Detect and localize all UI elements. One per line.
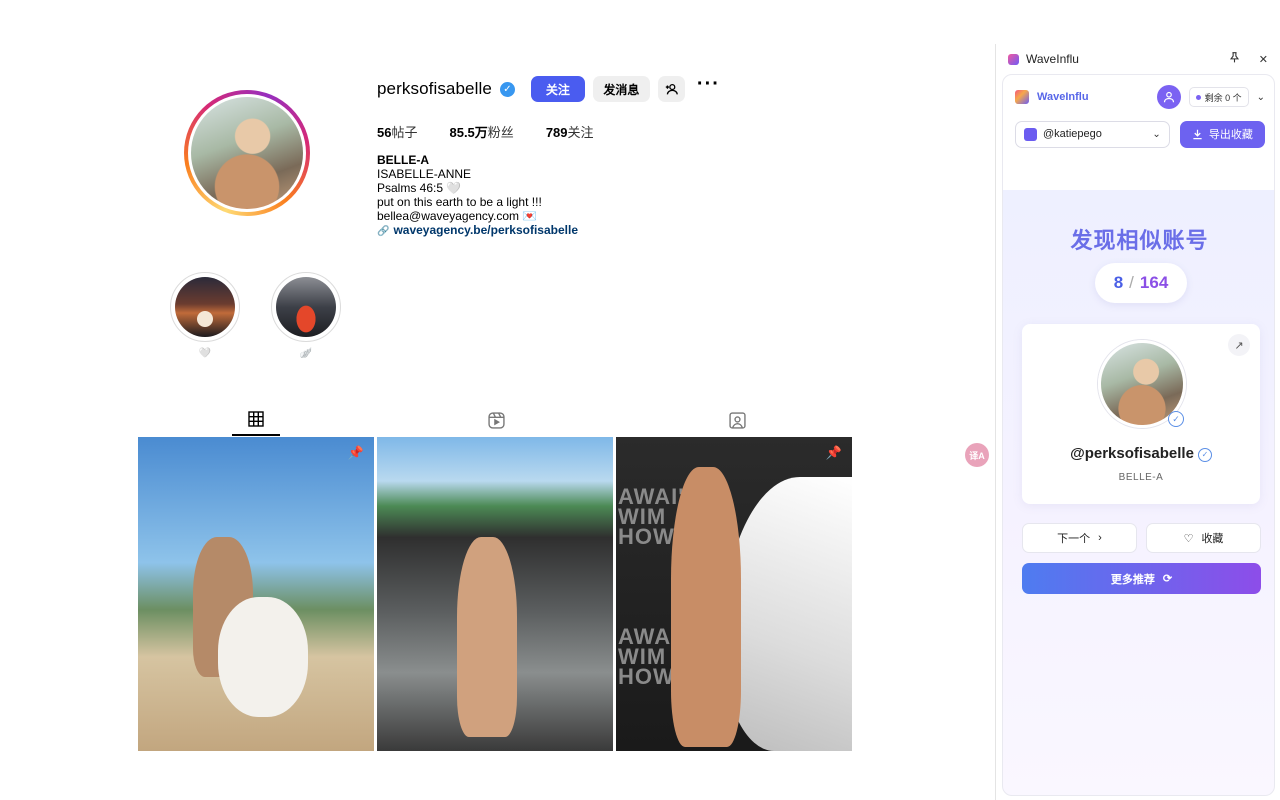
story-highlight[interactable]: 🤍: [170, 272, 240, 359]
brand-row: WaveInflu 剩余 0 个 ⌄: [1015, 85, 1265, 109]
export-label: 导出收藏: [1208, 129, 1253, 141]
stat-followers-label: 粉丝: [487, 125, 514, 140]
tab-posts-grid[interactable]: [232, 404, 280, 436]
counter-total: 164: [1139, 273, 1169, 292]
post-figure: [457, 537, 517, 737]
pin-panel-icon[interactable]: [1229, 52, 1240, 66]
panel-title: WaveInflu: [1026, 52, 1079, 66]
stat-following-value: 789: [545, 125, 568, 140]
avatar-inner: [188, 94, 306, 212]
follow-button[interactable]: 关注: [530, 76, 585, 102]
waveinflu-brand-icon: [1015, 90, 1029, 104]
card-full-name: BELLE-A: [1118, 472, 1164, 483]
profile-stats: 56帖子 85.5万粉丝 789关注: [377, 122, 594, 141]
account-row: @katiepego ⌄ 导出收藏: [1015, 120, 1265, 148]
profile-avatar[interactable]: [184, 90, 310, 216]
stat-posts-value: 56: [377, 125, 392, 140]
post-thumbnail[interactable]: AWAI'I WIM HOW AWAI'I WIM HOW 📌: [616, 437, 852, 751]
verified-icon: ✓: [1168, 411, 1184, 427]
export-favorites-button[interactable]: 导出收藏: [1179, 120, 1265, 148]
reels-icon: [487, 411, 505, 429]
card-username[interactable]: @perksofisabelle ✓: [1022, 445, 1260, 462]
story-highlight[interactable]: 🪽: [271, 272, 341, 359]
discover-title: 发现相似账号: [1070, 228, 1209, 253]
account-icon: [1024, 127, 1037, 141]
add-user-icon: [665, 83, 678, 94]
highlight-ring: [170, 272, 240, 342]
avatar-photo: [191, 97, 303, 209]
counter-current: 8: [1113, 273, 1124, 292]
bio-link-row: 🔗 waveyagency.be/perksofisabelle: [377, 223, 578, 239]
tab-reels[interactable]: [472, 404, 520, 436]
similar-account-card: ↗ ✓ @perksofisabelle ✓ BELLE-A: [1022, 324, 1260, 504]
profile-tabs: [138, 404, 853, 436]
next-button[interactable]: 下一个 ›: [1022, 523, 1137, 553]
next-label: 下一个: [1057, 533, 1091, 545]
profile-bio: BELLE-A ISABELLE-ANNE Psalms 46:5 🤍 put …: [377, 153, 578, 239]
quota-badge: 剩余 0 个: [1188, 87, 1249, 107]
chevron-right-icon: ›: [1098, 532, 1102, 544]
account-value: @katiepego: [1043, 128, 1102, 140]
external-link-icon[interactable]: ↗: [1228, 334, 1250, 356]
bio-line: put on this earth to be a light !!!: [377, 195, 542, 209]
pin-icon: 📌: [347, 445, 364, 460]
close-icon[interactable]: ✕: [1259, 53, 1268, 66]
post-thumbnail[interactable]: [377, 437, 613, 751]
grid-icon: [248, 411, 264, 427]
more-label: 更多推荐: [1110, 573, 1155, 586]
pin-icon: 📌: [825, 445, 842, 460]
bio-link[interactable]: waveyagency.be/perksofisabelle: [393, 223, 578, 237]
highlight-cover: [175, 277, 235, 337]
panel-body: WaveInflu 剩余 0 个 ⌄ @katiepego ⌄ 导出收藏 发现相…: [1002, 74, 1275, 796]
add-user-button[interactable]: [657, 76, 685, 102]
card-username-text: @perksofisabelle: [1070, 445, 1194, 462]
waveinflu-logo-icon: [1008, 53, 1019, 65]
stat-followers[interactable]: 85.5万粉丝: [449, 122, 513, 141]
bio-line: ISABELLE-ANNE: [377, 167, 472, 181]
highlight-label: 🤍: [198, 348, 212, 359]
stat-following-label: 关注: [567, 125, 594, 140]
heart-icon: ♡: [1183, 532, 1194, 545]
post-figure: [218, 597, 308, 717]
verified-icon: ✓: [499, 81, 515, 97]
post-figure: [722, 477, 852, 751]
result-counter: 8 / 164: [1095, 263, 1187, 303]
more-recommendations-button[interactable]: 更多推荐 ⟳: [1022, 563, 1261, 594]
bio-line: bellea@waveyagency.com 💌: [377, 209, 538, 223]
stat-followers-value: 85.5万: [449, 125, 488, 140]
favorite-button[interactable]: ♡ 收藏: [1146, 523, 1261, 553]
user-avatar-icon[interactable]: [1156, 85, 1181, 109]
quota-dot-icon: [1195, 94, 1201, 100]
highlight-label: 🪽: [299, 348, 313, 359]
post-figure: [671, 467, 741, 747]
message-button[interactable]: 发消息: [592, 76, 650, 102]
username-row: perksofisabelle ✓ 关注 发消息 ···: [377, 74, 720, 102]
post-thumbnail[interactable]: 📌: [138, 437, 374, 751]
tagged-icon: [728, 411, 746, 429]
translate-float-button[interactable]: 译A: [965, 443, 989, 467]
counter-separator: /: [1129, 273, 1134, 292]
verified-icon: ✓: [1197, 448, 1212, 462]
chevron-down-icon: ⌄: [1152, 128, 1161, 140]
favorite-label: 收藏: [1201, 533, 1224, 545]
brand-name: WaveInflu: [1037, 91, 1089, 103]
highlight-ring: [271, 272, 341, 342]
refresh-icon: ⟳: [1162, 573, 1173, 585]
download-icon: [1193, 129, 1202, 139]
bio-name: BELLE-A: [377, 153, 429, 167]
stat-posts[interactable]: 56帖子: [377, 122, 417, 141]
account-select[interactable]: @katiepego ⌄: [1015, 120, 1170, 148]
stat-following[interactable]: 789关注: [546, 122, 594, 141]
quota-text: 剩余 0 个: [1204, 92, 1242, 103]
highlight-cover: [276, 277, 336, 337]
waveinflu-panel: WaveInflu ✕ WaveInflu 剩余 0 个 ⌄ @katiepeg…: [995, 44, 1280, 800]
panel-header: WaveInflu ✕: [996, 44, 1280, 74]
stat-posts-label: 帖子: [391, 125, 418, 140]
link-icon: 🔗: [377, 226, 390, 237]
chevron-down-icon[interactable]: ⌄: [1257, 92, 1265, 103]
bio-line: Psalms 46:5 🤍: [377, 181, 462, 195]
profile-username: perksofisabelle: [377, 79, 492, 98]
tab-tagged[interactable]: [713, 404, 761, 436]
more-dots-icon[interactable]: ···: [697, 74, 720, 99]
